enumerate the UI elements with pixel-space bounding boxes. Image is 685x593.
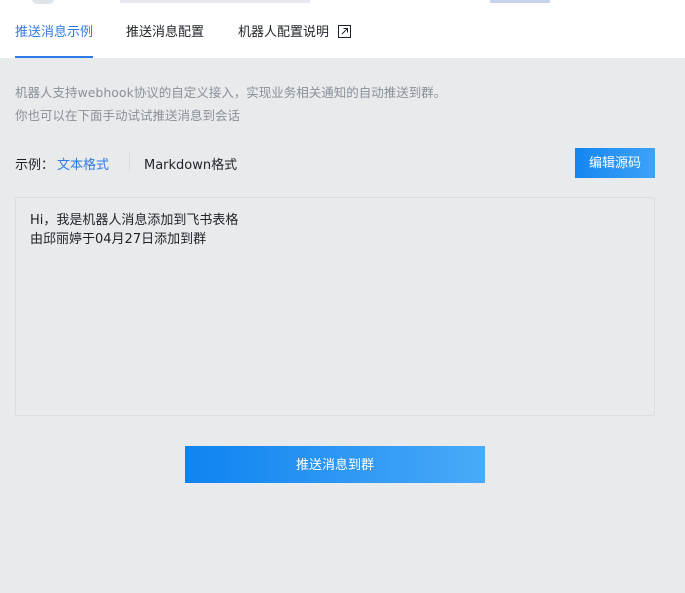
- cropped-title-text: [120, 0, 310, 3]
- example-label: 示例：: [15, 158, 55, 173]
- markdown-format-link[interactable]: Markdown格式: [144, 154, 237, 173]
- cropped-avatar: [32, 0, 54, 4]
- tab-push-example[interactable]: 推送消息示例: [15, 20, 94, 58]
- tab-label: 推送消息示例: [15, 25, 94, 40]
- message-line-1: Hi，我是机器人消息添加到飞书表格: [30, 213, 239, 228]
- text-format-link[interactable]: 文本格式: [57, 154, 109, 173]
- tab-bot-config-docs[interactable]: 机器人配置说明: [238, 20, 352, 58]
- tab-label: 机器人配置说明: [238, 25, 330, 40]
- edit-source-button[interactable]: 编辑源码: [575, 148, 655, 178]
- header: 推送消息示例 推送消息配置 机器人配置说明: [0, 0, 685, 58]
- description-line-2: 你也可以在下面手动试试推送消息到会话: [15, 108, 241, 123]
- example-format-row: 示例： 文本格式 Markdown格式 编辑源码: [15, 148, 655, 178]
- external-link-icon: [338, 25, 352, 38]
- tab-label: 推送消息配置: [126, 25, 205, 40]
- tab-bar: 推送消息示例 推送消息配置 机器人配置说明: [0, 20, 685, 58]
- message-line-2: 由邱丽婷于04月27日添加到群: [30, 232, 207, 247]
- cropped-top-bar: [0, 0, 685, 8]
- push-message-button[interactable]: 推送消息到群: [185, 446, 485, 483]
- message-preview[interactable]: Hi，我是机器人消息添加到飞书表格 由邱丽婷于04月27日添加到群: [15, 197, 655, 416]
- cropped-link-text: [490, 0, 550, 3]
- format-divider: [129, 153, 130, 171]
- tab-push-config[interactable]: 推送消息配置: [126, 20, 204, 58]
- description-line-1: 机器人支持webhook协议的自定义接入，实现业务相关通知的自动推送到群。: [15, 85, 447, 100]
- description: 机器人支持webhook协议的自定义接入，实现业务相关通知的自动推送到群。 你也…: [15, 81, 446, 127]
